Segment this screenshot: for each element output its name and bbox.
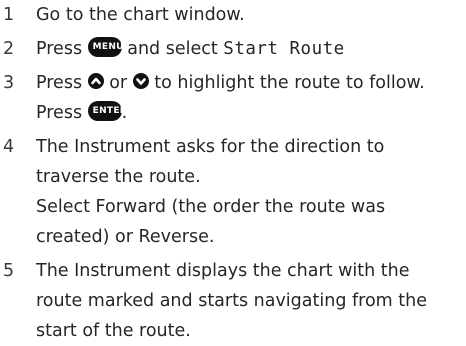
step-number: 2	[3, 39, 15, 59]
enter-key-icon: ENTER	[87, 101, 127, 121]
menu-option-code: Start Route	[223, 39, 345, 59]
step-number: 5	[3, 261, 15, 281]
step-text: Press or to highlight the route to follo…	[36, 73, 425, 123]
step-number: 4	[3, 137, 15, 157]
step-text: Press MENU and select Start Route	[36, 37, 345, 59]
step-text: The Instrument asks for the direction to…	[36, 137, 386, 247]
step-number: 1	[3, 5, 15, 25]
step-text: The Instrument displays the chart with t…	[36, 261, 427, 341]
down-arrow-button-icon	[132, 73, 149, 89]
step-number: 3	[3, 73, 15, 93]
up-arrow-button-icon	[87, 73, 104, 89]
step-text: Go to the chart window.	[36, 5, 245, 25]
menu-key-icon: MENU	[87, 37, 123, 57]
